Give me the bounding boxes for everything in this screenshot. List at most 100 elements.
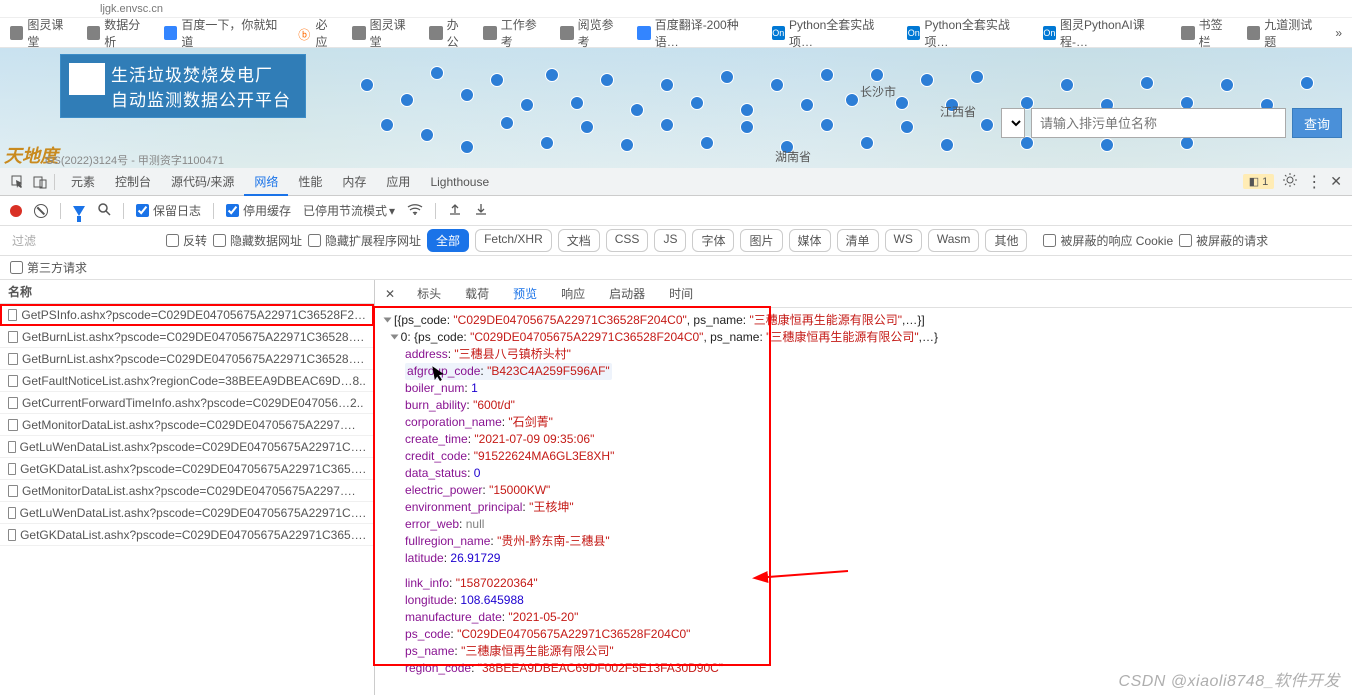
bookmarks-overflow-icon[interactable]: » bbox=[1335, 26, 1342, 40]
req-type-chip[interactable]: 其他 bbox=[985, 229, 1027, 252]
map-marker-icon[interactable] bbox=[580, 120, 594, 134]
request-row[interactable]: GetPSInfo.ashx?pscode=C029DE04705675A229… bbox=[0, 304, 374, 326]
invert-checkbox[interactable]: 反转 bbox=[166, 232, 207, 249]
map-marker-icon[interactable] bbox=[660, 78, 674, 92]
map-marker-icon[interactable] bbox=[845, 93, 859, 107]
blocked-req-checkbox[interactable]: 被屏蔽的请求 bbox=[1179, 232, 1268, 249]
map-marker-icon[interactable] bbox=[460, 88, 474, 102]
search-icon[interactable] bbox=[97, 202, 111, 219]
request-row[interactable]: GetCurrentForwardTimeInfo.ashx?pscode=C0… bbox=[0, 392, 374, 414]
devtools-tab[interactable]: 网络 bbox=[244, 168, 288, 196]
devtools-tab[interactable]: 内存 bbox=[332, 168, 376, 196]
req-type-chip[interactable]: 字体 bbox=[692, 229, 734, 252]
upload-icon[interactable] bbox=[448, 202, 462, 219]
map-marker-icon[interactable] bbox=[980, 118, 994, 132]
disable-cache-checkbox[interactable]: 停用缓存 bbox=[226, 202, 291, 219]
map-marker-icon[interactable] bbox=[740, 103, 754, 117]
filter-icon[interactable] bbox=[73, 206, 85, 216]
detail-tab[interactable]: 标头 bbox=[415, 280, 443, 308]
detail-tab[interactable]: 载荷 bbox=[463, 280, 491, 308]
request-row[interactable]: GetLuWenDataList.ashx?pscode=C029DE04705… bbox=[0, 502, 374, 524]
request-row[interactable]: GetMonitorDataList.ashx?pscode=C029DE047… bbox=[0, 480, 374, 502]
req-type-chip[interactable]: Wasm bbox=[928, 229, 980, 252]
map-marker-icon[interactable] bbox=[520, 98, 534, 112]
bookmark-fire[interactable]: ⓑ必应 bbox=[298, 16, 338, 50]
map-marker-icon[interactable] bbox=[460, 140, 474, 154]
wifi-icon[interactable] bbox=[407, 203, 423, 218]
map-marker-icon[interactable] bbox=[900, 120, 914, 134]
map-marker-icon[interactable] bbox=[430, 66, 444, 80]
req-type-chip[interactable]: 媒体 bbox=[789, 229, 831, 252]
map-marker-icon[interactable] bbox=[700, 136, 714, 150]
map-marker-icon[interactable] bbox=[500, 116, 514, 130]
request-row[interactable]: GetMonitorDataList.ashx?pscode=C029DE047… bbox=[0, 414, 374, 436]
settings-icon[interactable] bbox=[1282, 172, 1298, 191]
map-marker-icon[interactable] bbox=[920, 73, 934, 87]
map-marker-icon[interactable] bbox=[1220, 78, 1234, 92]
request-row[interactable]: GetFaultNoticeList.ashx?regionCode=38BEE… bbox=[0, 370, 374, 392]
devtools-tab[interactable]: 元素 bbox=[61, 168, 105, 196]
map-marker-icon[interactable] bbox=[1060, 78, 1074, 92]
json-preview[interactable]: [{ps_code: "C029DE04705675A22971C36528F2… bbox=[375, 308, 1352, 681]
map-marker-icon[interactable] bbox=[1100, 138, 1114, 152]
devtools-tab[interactable]: 源代码/来源 bbox=[161, 168, 244, 196]
bookmark-folder[interactable]: 数据分析 bbox=[87, 16, 150, 50]
record-icon[interactable] bbox=[10, 205, 22, 217]
map-marker-icon[interactable] bbox=[1140, 76, 1154, 90]
search-input[interactable] bbox=[1031, 108, 1286, 138]
req-type-chip[interactable]: 文档 bbox=[558, 229, 600, 252]
bookmark-folder[interactable]: 书签栏 bbox=[1181, 16, 1233, 50]
close-devtools-icon[interactable]: ✕ bbox=[1330, 173, 1342, 190]
map-marker-icon[interactable] bbox=[600, 73, 614, 87]
preserve-log-checkbox[interactable]: 保留日志 bbox=[136, 202, 201, 219]
hide-data-url-checkbox[interactable]: 隐藏数据网址 bbox=[213, 232, 302, 249]
more-icon[interactable]: ⋮ bbox=[1306, 172, 1322, 192]
map-marker-icon[interactable] bbox=[860, 136, 874, 150]
map-marker-icon[interactable] bbox=[545, 68, 559, 82]
map-marker-icon[interactable] bbox=[1180, 136, 1194, 150]
detail-tab[interactable]: 启动器 bbox=[607, 280, 647, 308]
third-party-checkbox[interactable]: 第三方请求 bbox=[10, 259, 87, 276]
bookmark-folder[interactable]: 九道测试题 bbox=[1247, 16, 1321, 50]
map-marker-icon[interactable] bbox=[800, 98, 814, 112]
map-marker-icon[interactable] bbox=[1020, 136, 1034, 150]
bookmark-on[interactable]: OnPython全套实战项… bbox=[772, 16, 894, 50]
map-marker-icon[interactable] bbox=[360, 78, 374, 92]
devtools-tab[interactable]: 应用 bbox=[376, 168, 420, 196]
detail-tab[interactable]: 时间 bbox=[667, 280, 695, 308]
request-row[interactable]: GetBurnList.ashx?pscode=C029DE04705675A2… bbox=[0, 326, 374, 348]
map-marker-icon[interactable] bbox=[380, 118, 394, 132]
request-row[interactable]: GetLuWenDataList.ashx?pscode=C029DE04705… bbox=[0, 436, 374, 458]
req-type-chip[interactable]: CSS bbox=[606, 229, 649, 252]
req-type-chip[interactable]: 清单 bbox=[837, 229, 879, 252]
devtools-tab[interactable]: Lighthouse bbox=[420, 168, 499, 196]
map-marker-icon[interactable] bbox=[570, 96, 584, 110]
hide-ext-url-checkbox[interactable]: 隐藏扩展程序网址 bbox=[308, 232, 421, 249]
bookmark-on[interactable]: On图灵PythonAI课程-… bbox=[1043, 16, 1168, 50]
inspect-icon[interactable] bbox=[10, 174, 26, 190]
bookmark-folder[interactable]: 阅览参考 bbox=[560, 16, 623, 50]
throttling-dropdown[interactable]: 已停用节流模式 ▾ bbox=[303, 202, 395, 219]
req-type-chip[interactable]: Fetch/XHR bbox=[475, 229, 552, 252]
map-marker-icon[interactable] bbox=[1300, 76, 1314, 90]
bookmark-folder[interactable]: 图灵课堂 bbox=[352, 16, 415, 50]
map-marker-icon[interactable] bbox=[820, 118, 834, 132]
map-marker-icon[interactable] bbox=[490, 73, 504, 87]
map-marker-icon[interactable] bbox=[940, 138, 954, 152]
bookmark-folder[interactable]: 图灵课堂 bbox=[10, 16, 73, 50]
map-marker-icon[interactable] bbox=[895, 96, 909, 110]
blocked-cookie-checkbox[interactable]: 被屏蔽的响应 Cookie bbox=[1043, 232, 1173, 249]
map-marker-icon[interactable] bbox=[420, 128, 434, 142]
close-detail-icon[interactable]: ✕ bbox=[385, 287, 395, 301]
req-type-chip[interactable]: 图片 bbox=[740, 229, 782, 252]
request-row[interactable]: GetGKDataList.ashx?pscode=C029DE04705675… bbox=[0, 524, 374, 546]
map-marker-icon[interactable] bbox=[970, 70, 984, 84]
map-marker-icon[interactable] bbox=[740, 120, 754, 134]
request-row[interactable]: GetGKDataList.ashx?pscode=C029DE04705675… bbox=[0, 458, 374, 480]
map-marker-icon[interactable] bbox=[870, 68, 884, 82]
map-marker-icon[interactable] bbox=[720, 70, 734, 84]
req-type-chip[interactable]: WS bbox=[885, 229, 922, 252]
map-marker-icon[interactable] bbox=[660, 118, 674, 132]
bookmark-baidu[interactable]: 百度一下，你就知道 bbox=[164, 16, 284, 50]
req-type-chip[interactable]: 全部 bbox=[427, 229, 469, 252]
